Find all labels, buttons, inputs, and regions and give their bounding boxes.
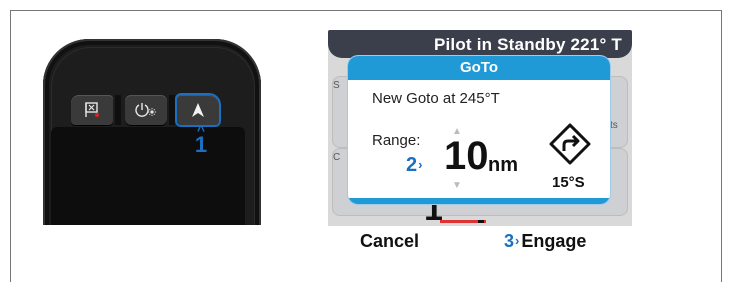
callout-1-number: 1 xyxy=(194,132,208,157)
power-light-key[interactable] xyxy=(125,95,167,125)
waypoint-key[interactable] xyxy=(71,95,113,125)
background-fragment: C xyxy=(333,152,341,163)
engage-label: Engage xyxy=(521,231,587,251)
callout-arrow-icon: › xyxy=(418,157,423,172)
flag-waypoint-icon xyxy=(85,102,99,117)
power-icon xyxy=(135,103,156,117)
position-indicator-marker xyxy=(478,220,484,223)
goto-message: New Goto at 245°T xyxy=(372,90,500,107)
callout-3: 3› xyxy=(504,231,521,251)
bearing-value: 15°S xyxy=(552,174,585,191)
device-illustration xyxy=(43,39,261,225)
device-body xyxy=(43,39,261,225)
callout-3-number: 3 xyxy=(504,231,515,251)
callout-2-number: 2 xyxy=(406,154,418,176)
callout-1: ^ 1 xyxy=(191,123,211,157)
goto-dialog: GoTo New Goto at 245°T Range: 2› ▲ 10 ▼ … xyxy=(348,56,610,204)
callout-2: 2› xyxy=(406,154,424,177)
key-divider xyxy=(115,95,121,125)
background-fragment: ts xyxy=(610,120,618,131)
dialog-footer xyxy=(348,198,610,204)
display-screen: S ts C 1 Pilot in Standby 221° T GoTo Ne… xyxy=(328,30,632,260)
device-screen xyxy=(51,127,245,225)
status-bar: Pilot in Standby 221° T xyxy=(328,30,632,58)
pilot-key[interactable] xyxy=(175,93,221,127)
range-value[interactable]: 10 xyxy=(444,134,489,178)
range-label: Range: xyxy=(372,132,421,149)
range-unit: nm xyxy=(488,154,518,176)
callout-arrow-icon: › xyxy=(515,233,520,248)
softkey-bar: Cancel 3› Engage xyxy=(328,226,632,260)
dialog-title: GoTo xyxy=(348,56,610,80)
background-fragment: S xyxy=(333,80,340,91)
turn-right-arrow-icon xyxy=(549,123,591,165)
engage-button[interactable]: 3› Engage xyxy=(504,231,586,252)
pilot-status: Pilot in Standby 221° T xyxy=(433,35,622,54)
cancel-button[interactable]: Cancel xyxy=(360,231,419,252)
range-down-arrow-icon[interactable]: ▼ xyxy=(452,180,462,191)
